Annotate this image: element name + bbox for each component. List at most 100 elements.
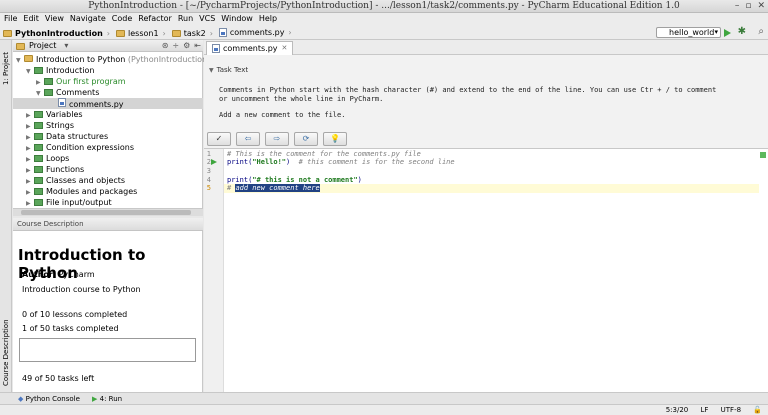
- tree-item-functions[interactable]: ▶ Functions: [26, 164, 84, 175]
- debug-icon[interactable]: ✱: [738, 26, 746, 37]
- line-number: 2: [206, 158, 211, 166]
- sync-icon[interactable]: ⊛: [162, 41, 169, 50]
- code-line-1: # This is the comment for the comments.p…: [227, 150, 421, 158]
- maximize-icon[interactable]: ▫: [745, 1, 751, 11]
- python-file-icon: [212, 44, 220, 53]
- lesson-icon: [34, 155, 43, 162]
- selected-text: add new comment here: [235, 184, 320, 192]
- menu-code[interactable]: Code: [109, 13, 135, 25]
- menu-help[interactable]: Help: [256, 13, 280, 25]
- expand-arrow-icon[interactable]: ▼: [16, 55, 24, 66]
- tree-item-loops[interactable]: ▶ Loops: [26, 153, 69, 164]
- run-configuration-select[interactable]: hello_world ▾: [656, 27, 721, 38]
- tree-item-condition-expressions[interactable]: ▶ Condition expressions: [26, 142, 134, 153]
- lesson-icon: [34, 188, 43, 195]
- chevron-down-icon[interactable]: ▾: [64, 41, 68, 50]
- project-panel-header[interactable]: Project ▾ ⊛ ÷ ⚙ ⇤: [13, 40, 203, 52]
- tree-item-root[interactable]: ▼ Introduction to Python (PythonIntroduct…: [16, 54, 210, 65]
- lessons-completed: 0 of 10 lessons completed: [22, 310, 128, 319]
- lesson-icon: [34, 133, 43, 140]
- line-number: 3: [206, 167, 211, 175]
- course-progress-bar: [19, 338, 196, 362]
- tasks-completed: 1 of 50 tasks completed: [22, 324, 119, 333]
- course-description-tool-tab[interactable]: Course Description: [0, 316, 12, 390]
- editor-gutter: 1 2 3 4 5: [204, 149, 224, 393]
- tree-item-introduction[interactable]: ▼ Introduction: [26, 65, 94, 76]
- code-editor[interactable]: 1 2 3 4 5 # This is the comment for the …: [204, 148, 768, 393]
- folder-icon: [24, 55, 33, 62]
- tree-item-comments-py[interactable]: comments.py: [13, 98, 203, 109]
- menu-vcs[interactable]: VCS: [196, 13, 218, 25]
- menu-run[interactable]: Run: [175, 13, 196, 25]
- folder-icon: [3, 30, 12, 37]
- collapse-icon[interactable]: ÷: [172, 41, 179, 50]
- tree-item-strings[interactable]: ▶ Strings: [26, 120, 74, 131]
- python-icon: ◆: [18, 395, 24, 403]
- tree-item-classes-and-objects[interactable]: ▶ Classes and objects: [26, 175, 125, 186]
- expand-arrow-icon[interactable]: ▼: [26, 66, 34, 77]
- previous-task-button[interactable]: ⇦: [236, 132, 260, 146]
- tree-item-data-structures[interactable]: ▶ Data structures: [26, 131, 108, 142]
- check-task-button[interactable]: ✓: [207, 132, 231, 146]
- line-number: 5: [206, 184, 211, 192]
- search-icon[interactable]: ⌕: [758, 26, 764, 37]
- lesson-icon: [34, 67, 43, 74]
- lesson-icon: [34, 199, 43, 206]
- task-icon: [44, 89, 53, 96]
- lock-icon[interactable]: 🔓: [753, 406, 762, 414]
- menu-window[interactable]: Window: [218, 13, 256, 25]
- tree-item-file-io[interactable]: ▶ File input/output: [26, 197, 112, 208]
- project-tool-tab[interactable]: 1: Project: [0, 46, 12, 92]
- breadcrumb-lesson1[interactable]: lesson1 ›: [113, 26, 169, 41]
- run-icon: ▶: [92, 395, 98, 403]
- tab-comments-py[interactable]: comments.py ✕: [206, 41, 294, 55]
- python-file-icon: [58, 98, 66, 107]
- inspection-ok-icon[interactable]: [760, 152, 766, 158]
- tree-item-our-first-program[interactable]: ▶ Our first program: [36, 76, 126, 87]
- menu-edit[interactable]: Edit: [20, 13, 42, 25]
- breadcrumb-task2[interactable]: task2 ›: [169, 26, 216, 41]
- menu-refactor[interactable]: Refactor: [135, 13, 175, 25]
- task-line-1: Comments in Python start with the hash c…: [219, 86, 717, 94]
- close-icon[interactable]: ✕: [757, 1, 765, 11]
- gear-icon[interactable]: ⚙: [183, 41, 190, 50]
- python-file-icon: [218, 28, 227, 37]
- tree-item-comments[interactable]: ▼ Comments: [36, 87, 99, 98]
- folder-icon: [116, 30, 125, 37]
- horizontal-scrollbar[interactable]: [13, 208, 203, 216]
- collapse-arrow-icon[interactable]: ▼: [209, 67, 214, 74]
- task-text-panel: ▼ Task Text Comments in Python start with…: [204, 55, 768, 148]
- code-line-5: # add new comment here: [227, 184, 320, 192]
- course-description-text: Introduction course to Python: [22, 285, 141, 294]
- editor-tab-bar: comments.py ✕: [204, 40, 768, 55]
- next-task-button[interactable]: ⇨: [265, 132, 289, 146]
- code-line-4: print("# this is not a comment"): [227, 176, 362, 184]
- line-separator[interactable]: LF: [700, 406, 708, 414]
- file-encoding[interactable]: UTF-8: [721, 406, 741, 414]
- hint-button[interactable]: 💡: [323, 132, 347, 146]
- breadcrumb-file[interactable]: comments.py ›: [216, 25, 295, 40]
- status-right: 5:3/20 LF UTF-8 🔓: [656, 405, 762, 415]
- caret-position[interactable]: 5:3/20: [666, 406, 689, 414]
- run-icon[interactable]: [723, 27, 732, 38]
- minimize-icon[interactable]: –: [735, 1, 740, 11]
- tree-item-modules-and-packages[interactable]: ▶ Modules and packages: [26, 186, 137, 197]
- folder-icon: [171, 30, 181, 37]
- menu-navigate[interactable]: Navigate: [67, 13, 109, 25]
- menu-file[interactable]: File: [0, 13, 20, 25]
- project-icon: [16, 43, 25, 50]
- window-controls: – ▫ ✕: [729, 1, 765, 12]
- status-bar: 5:3/20 LF UTF-8 🔓: [0, 404, 768, 415]
- task-text-label[interactable]: ▼ Task Text: [209, 66, 248, 74]
- breadcrumb-project[interactable]: PythonIntroduction ›: [0, 26, 113, 41]
- close-tab-icon[interactable]: ✕: [282, 42, 288, 55]
- line-number: 1: [206, 150, 211, 158]
- lesson-icon: [34, 177, 43, 184]
- menu-view[interactable]: View: [42, 13, 67, 25]
- code-line-2: print("Hello!") # this comment is for th…: [227, 158, 455, 166]
- tree-item-variables[interactable]: ▶ Variables: [26, 109, 83, 120]
- run-gutter-icon[interactable]: [211, 159, 217, 165]
- hide-icon[interactable]: ⇤: [194, 41, 201, 50]
- project-panel-tools: ⊛ ÷ ⚙ ⇤: [158, 40, 201, 52]
- refresh-task-button[interactable]: ⟳: [294, 132, 318, 146]
